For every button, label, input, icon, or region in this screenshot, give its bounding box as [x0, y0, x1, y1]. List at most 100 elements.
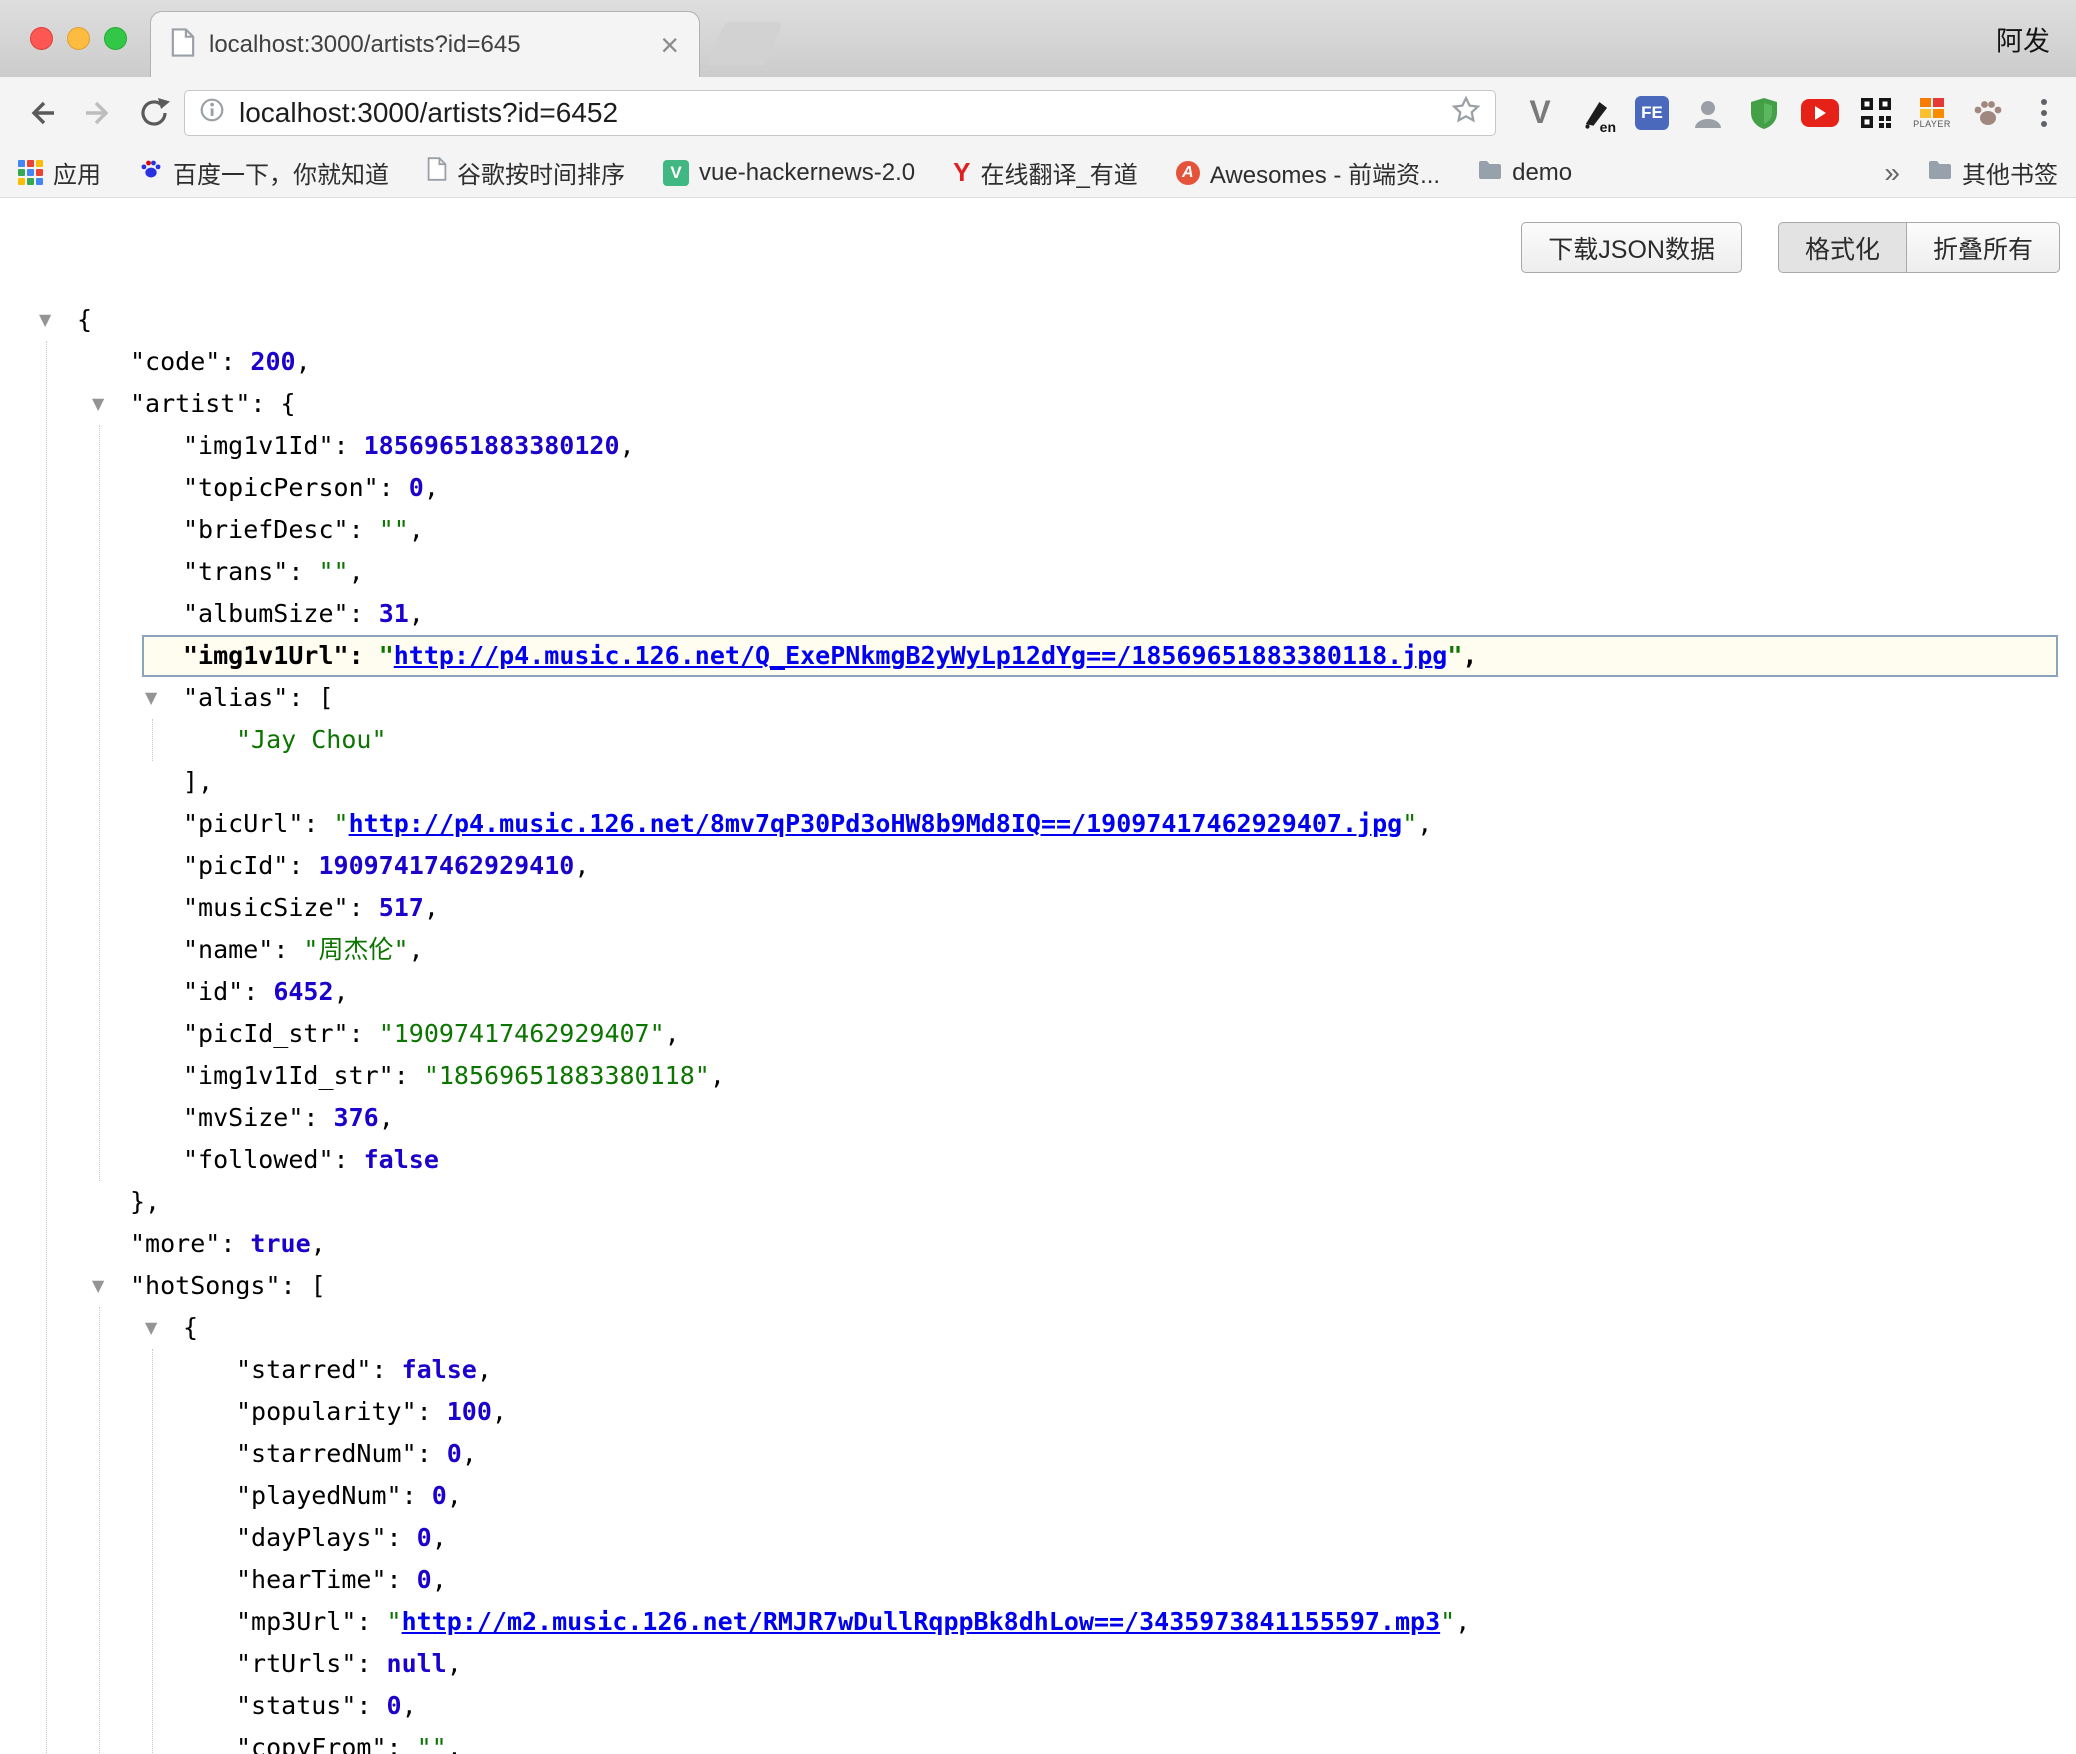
bookmark-label: Awesomes - 前端资...	[1210, 155, 1440, 190]
bookmark-label: demo	[1512, 159, 1572, 187]
json-token: ,	[665, 1019, 680, 1048]
other-bookmarks-folder[interactable]: 其他书签	[1928, 155, 2058, 190]
extension-v-icon[interactable]: V	[1520, 93, 1560, 133]
json-line: "Jay Chou"	[0, 719, 2076, 761]
json-token: 0	[417, 1523, 432, 1552]
json-token: },	[130, 1187, 160, 1216]
json-token: "	[379, 641, 394, 670]
bookmark-google-sort[interactable]: 谷歌按时间排序	[427, 155, 625, 190]
json-token: "artist"	[130, 389, 250, 418]
json-token: "img1v1Id"	[183, 431, 334, 460]
json-token: :	[387, 1565, 417, 1594]
json-token: "more"	[130, 1229, 220, 1258]
window-minimize-button[interactable]	[67, 27, 90, 50]
shield-extension-icon[interactable]	[1744, 93, 1784, 133]
bookmark-star-icon[interactable]	[1451, 95, 1481, 130]
json-token: ""	[318, 557, 348, 586]
json-token: :	[379, 473, 409, 502]
new-tab-button[interactable]	[707, 22, 783, 66]
json-line: "albumSize": 31,	[0, 593, 2076, 635]
json-token: {	[77, 305, 92, 334]
window-close-button[interactable]	[30, 27, 53, 50]
page-document-icon	[171, 28, 195, 62]
json-token: "albumSize"	[183, 599, 349, 628]
translate-icon[interactable]: en	[1576, 93, 1616, 133]
youtube-icon[interactable]	[1800, 93, 1840, 133]
json-token: "briefDesc"	[183, 515, 349, 544]
json-line: ▼"hotSongs": [	[0, 1265, 2076, 1307]
profile-person-icon[interactable]	[1688, 93, 1728, 133]
bookmark-baidu[interactable]: 百度一下，你就知道	[139, 155, 389, 190]
json-token: 19097417462929410	[318, 851, 574, 880]
json-token: ,	[492, 1397, 507, 1426]
json-token: ,	[447, 1733, 462, 1754]
json-token: :	[334, 431, 364, 460]
url-text[interactable]: localhost:3000/artists?id=6452	[239, 97, 1451, 129]
collapse-arrow-icon[interactable]: ▼	[145, 677, 157, 719]
paw-extension-icon[interactable]	[1968, 93, 2008, 133]
bookmark-vue-hackernews[interactable]: V vue-hackernews-2.0	[663, 159, 915, 187]
collapse-arrow-icon[interactable]: ▼	[145, 1307, 157, 1349]
json-token: "18569651883380118"	[424, 1061, 710, 1090]
json-token: ,	[1455, 1607, 1470, 1636]
json-line: ▼"alias": [	[0, 677, 2076, 719]
tab-close-icon[interactable]: ×	[660, 29, 679, 61]
page-info-icon[interactable]	[199, 97, 225, 128]
download-json-button[interactable]: 下载JSON数据	[1521, 222, 1742, 273]
json-line: "picId": 19097417462929410,	[0, 845, 2076, 887]
bookmark-label: 应用	[53, 155, 101, 190]
forward-button[interactable]	[70, 85, 126, 141]
bookmark-label: 百度一下，你就知道	[173, 155, 389, 190]
json-token: ,	[409, 935, 424, 964]
json-token: {	[183, 1313, 198, 1342]
bookmark-label: vue-hackernews-2.0	[699, 159, 915, 187]
json-token: :	[303, 1103, 333, 1132]
json-token: ,	[311, 1229, 326, 1258]
json-line: "musicSize": 517,	[0, 887, 2076, 929]
bookmarks-overflow-chevron[interactable]: »	[1884, 157, 1900, 189]
json-url-link[interactable]: http://m2.music.126.net/RMJR7wDullRqppBk…	[402, 1607, 1441, 1636]
bookmark-awesomes[interactable]: A Awesomes - 前端资...	[1176, 155, 1440, 190]
bookmark-demo-folder[interactable]: demo	[1478, 159, 1572, 187]
reload-button[interactable]	[126, 85, 182, 141]
collapse-all-button[interactable]: 折叠所有	[1907, 222, 2060, 273]
view-mode-segment: 格式化 折叠所有	[1778, 222, 2060, 273]
json-line: ▼{	[0, 299, 2076, 341]
collapse-arrow-icon[interactable]: ▼	[92, 383, 104, 425]
collapse-arrow-icon[interactable]: ▼	[92, 1265, 104, 1307]
bookmark-youdao[interactable]: Y 在线翻译_有道	[953, 155, 1138, 190]
json-url-link[interactable]: http://p4.music.126.net/8mv7qP30Pd3oHW8b…	[349, 809, 1403, 838]
fe-label: FE	[1635, 96, 1669, 130]
bookmark-apps[interactable]: 应用	[18, 155, 101, 190]
window-zoom-button[interactable]	[104, 27, 127, 50]
json-tree: ▼{"code": 200,▼"artist": {"img1v1Id": 18…	[0, 299, 2076, 1754]
baidu-paw-icon	[139, 157, 163, 188]
json-token: "id"	[183, 977, 243, 1006]
json-token: "周杰伦"	[303, 935, 408, 964]
json-token: ,	[1462, 641, 1477, 670]
json-token: ,	[620, 431, 635, 460]
back-button[interactable]	[14, 85, 70, 141]
json-token: :	[371, 1355, 401, 1384]
json-token: "hotSongs"	[130, 1271, 281, 1300]
player-extension-icon[interactable]: PLAYER	[1912, 93, 1952, 133]
json-line: "picId_str": "19097417462929407",	[0, 1013, 2076, 1055]
json-token: :	[417, 1397, 447, 1426]
json-token: ,	[409, 515, 424, 544]
json-token: ,	[349, 557, 364, 586]
browser-tab[interactable]: localhost:3000/artists?id=645 ×	[150, 11, 700, 77]
json-token: ,	[296, 347, 311, 376]
collapse-arrow-icon[interactable]: ▼	[39, 299, 51, 341]
fe-extension-icon[interactable]: FE	[1632, 93, 1672, 133]
format-button[interactable]: 格式化	[1778, 222, 1907, 273]
qr-code-icon[interactable]	[1856, 93, 1896, 133]
address-bar[interactable]: localhost:3000/artists?id=6452	[184, 90, 1496, 136]
json-token: ,	[424, 473, 439, 502]
json-token: ],	[183, 767, 213, 796]
json-url-link[interactable]: http://p4.music.126.net/Q_ExePNkmgB2yWyL…	[394, 641, 1448, 670]
browser-menu-icon[interactable]	[2024, 93, 2064, 133]
json-token: "status"	[236, 1691, 356, 1720]
json-token: 18569651883380120	[364, 431, 620, 460]
json-token: "picId_str"	[183, 1019, 349, 1048]
json-token: "starred"	[236, 1355, 371, 1384]
